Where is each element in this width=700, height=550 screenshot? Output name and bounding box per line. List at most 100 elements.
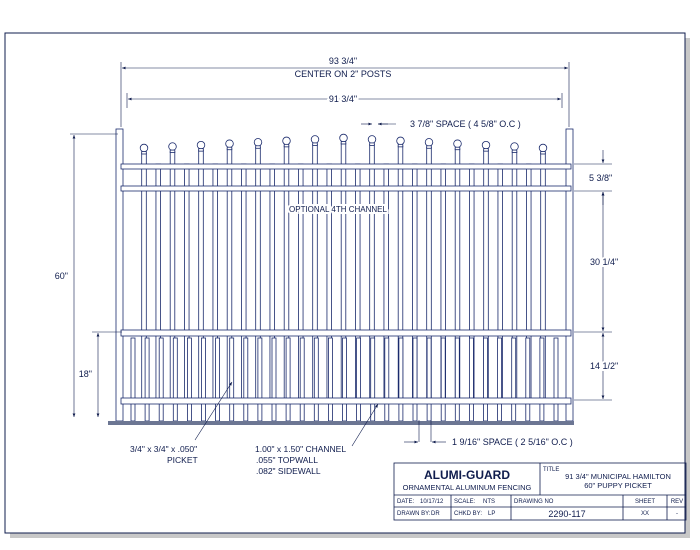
puppy-picket [454,337,460,422]
puppy-picket [327,337,333,422]
puppy-picket [356,337,362,422]
finial-collar [397,143,404,148]
puppy-picket [130,337,136,422]
puppy-picket [243,337,249,422]
finial-collar [169,149,176,153]
puppy-picket [539,337,545,422]
puppy-picket [257,337,263,422]
sheet-label: SHEET [635,499,655,505]
drawn-by-value: DR [431,511,440,517]
puppy-picket [215,337,221,422]
picket-finial [396,136,405,146]
finial-collar [483,148,489,152]
puppy-picket [483,337,488,422]
title-label: TITLE [543,467,559,473]
puppy-picket [398,337,404,422]
panel-width-label: 91 3/4" [329,94,357,104]
finial-collar [312,142,318,146]
puppy-picket [186,337,192,422]
puppy-picket [468,337,474,422]
finial-collar [540,151,546,155]
drawn-by-label: DRAWN BY: [397,511,431,517]
finial-collar [426,145,432,149]
puppy-picket [412,337,418,422]
picket-finial [481,140,491,150]
picket-size-note: 3/4" x 3/4" x .050" [130,444,197,454]
puppy-picket [384,337,390,422]
right-post [565,128,574,422]
rev-value: - [676,511,678,517]
puppy-picket [299,337,305,422]
scale-value: NTS [483,499,495,505]
top-rail [120,163,572,170]
puppy-picket [553,337,559,422]
title-line-1: 91 3/4" MUNICIPAL HAMILTON [565,472,671,481]
puppy-picket [440,337,446,422]
finial-collar [198,148,204,152]
topwall-note: .055" TOPWALL [256,455,318,465]
picket-finial [339,133,348,143]
optional-channel-note: OPTIONAL 4TH CHANNEL [289,205,387,214]
finial-collar [255,145,261,149]
finial-collar [226,146,233,151]
puppy-picket [285,337,291,422]
puppy-picket [497,337,503,422]
picket-finial [510,142,519,151]
finial-collar [454,146,461,151]
puppy-picket [511,337,517,422]
chkd-by-value: LP [488,511,495,517]
picket-finial [225,139,234,148]
left-post [115,128,124,422]
brand-name: ALUMI-GUARD [424,468,510,482]
bottom-height-label: 14 1/2" [590,361,618,371]
puppy-picket [172,337,178,422]
title-line-2: 60" PUPPY PICKET [584,481,652,490]
finial-collar [141,151,147,155]
brand-subtitle: ORNAMENTAL ALUMINUM FENCING [403,483,532,492]
puppy-space-label: 1 9/16" SPACE ( 2 5/16" O.C ) [452,437,573,447]
sidewall-note: .082" SIDEWALL [256,466,321,476]
picket-finial [253,138,263,147]
drawing-no-value: 2290-117 [548,509,585,519]
overall-width-label: 93 3/4" [329,56,357,66]
picket-label-note: PICKET [167,455,198,465]
picket-finial [453,139,462,148]
finial-collar [511,149,518,153]
puppy-picket [525,337,531,422]
puppy-picket [158,337,164,422]
picket-finial [538,143,548,153]
top-rail-gap-label: 5 3/8" [589,173,612,183]
puppy-picket [229,337,235,422]
picket-finial [282,136,291,146]
puppy-picket [313,337,319,422]
picket-finial [424,138,434,147]
picket-space-label: 3 7/8" SPACE ( 4 5/8" O.C ) [410,119,521,129]
picket-finial [367,135,377,144]
puppy-rail [120,329,572,337]
drawing-no-label: DRAWING NO [514,499,554,505]
sheet-value: XX [641,511,649,517]
picket-finial [139,143,149,153]
picket-finial [310,135,320,144]
ground-line [108,421,574,425]
date-label: DATE: [397,499,415,505]
drawing-sheet: 93 3/4" CENTER ON 2" POSTS 91 3/4" 3 7/8… [4,32,690,538]
puppy-picket [370,337,376,422]
picket-finial [196,140,206,150]
chkd-by-label: CHKD BY: [454,511,482,517]
rev-label: REV [671,499,683,505]
bottom-rail [120,397,572,405]
second-rail [120,185,572,192]
date-value: 10/17/12 [420,499,444,505]
puppy-height-label: 18" [79,369,92,379]
puppy-picket [271,337,277,422]
scale-label: SCALE: [454,499,476,505]
finial-collar [340,141,347,145]
puppy-picket [144,337,150,422]
puppy-picket [201,337,206,422]
finial-collar [369,142,375,146]
puppy-picket [342,337,347,422]
total-height-label: 60" [55,271,68,281]
channel-size-note: 1.00" x 1.50" CHANNEL [255,444,346,454]
puppy-picket [426,337,432,422]
